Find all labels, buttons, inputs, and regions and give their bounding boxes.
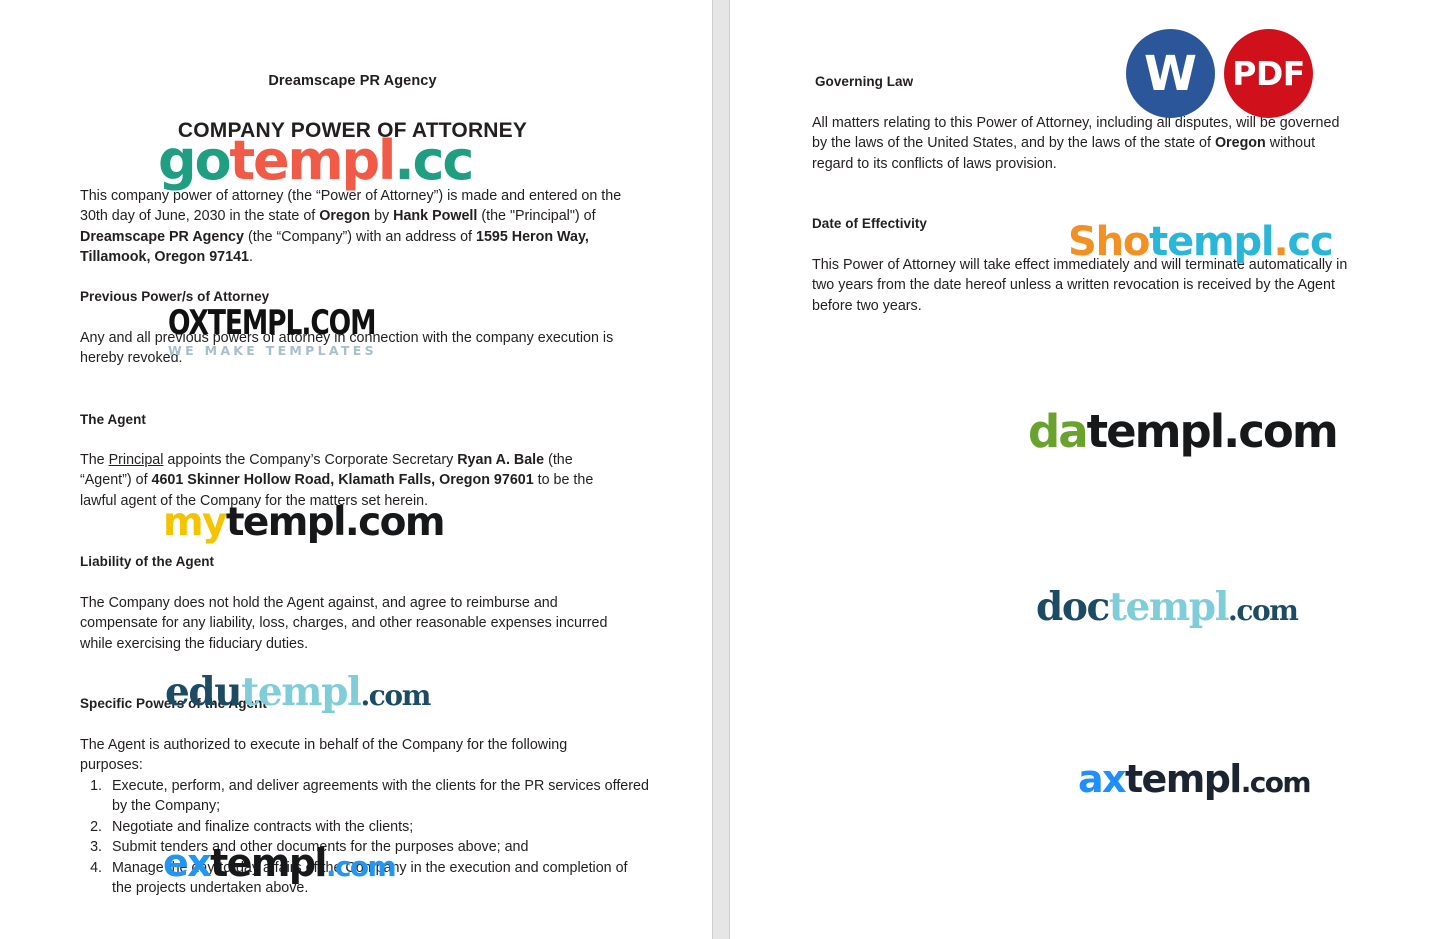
watermark-axtempl: axtempl.com	[1078, 757, 1312, 801]
word-format-badge[interactable]: W	[1126, 29, 1215, 118]
list-item: Submit tenders and other documents for t…	[106, 837, 651, 857]
watermark-doctempl-part2: templ	[1108, 584, 1230, 630]
list-item: Manage the day-to-day affairs of the Com…	[106, 858, 651, 899]
specific-powers-list: Execute, perform, and deliver agreements…	[80, 776, 651, 898]
page-title: COMPANY POWER OF ATTORNEY	[177, 119, 528, 142]
paragraph-specific-powers-lead: The Agent is authorized to execute in be…	[80, 737, 568, 774]
paragraph-date-of-effectivity: This Power of Attorney will take effect …	[812, 257, 1348, 314]
watermark-datempl: datempl.com	[1028, 405, 1339, 458]
heading-date-of-effectivity: Date of Effectivity	[812, 216, 927, 231]
watermark-doctempl-part3: .com	[1228, 594, 1299, 627]
watermark-doctempl-part1: doc	[1036, 584, 1110, 630]
word-badge-label: W	[1144, 45, 1197, 102]
heading-specific-powers: Specific Powers of the Agent	[80, 696, 267, 711]
heading-liability: Liability of the Agent	[80, 554, 215, 569]
document-page-right: Governing Law All matters relating to th…	[730, 0, 1434, 939]
pdf-format-badge[interactable]: PDF	[1224, 29, 1313, 118]
document-page-left: Dreamscape PR Agency COMPANY POWER OF AT…	[0, 0, 712, 939]
list-item: Execute, perform, and deliver agreements…	[106, 776, 651, 817]
page-right-content: Governing Law All matters relating to th…	[730, 0, 1434, 939]
paragraph-previous-power: Any and all previous powers of attorney …	[80, 330, 614, 367]
page-left-content: Dreamscape PR Agency COMPANY POWER OF AT…	[0, 0, 712, 939]
paragraph-liability: The Company does not hold the Agent agai…	[80, 595, 608, 652]
page-gutter-divider	[712, 0, 730, 939]
watermark-datempl-part1: da	[1028, 405, 1089, 458]
heading-governing-law: Governing Law	[815, 74, 914, 89]
heading-the-agent: The Agent	[80, 412, 146, 427]
watermark-doctempl: doctempl.com	[1036, 584, 1299, 630]
heading-previous-power: Previous Power/s of Attorney	[80, 289, 270, 304]
watermark-axtempl-part3: .com	[1240, 766, 1312, 799]
pdf-badge-label: PDF	[1232, 54, 1305, 93]
watermark-datempl-part2: templ.com	[1086, 405, 1339, 458]
list-item: Negotiate and finalize contracts with th…	[106, 817, 651, 837]
intro-paragraph: This company power of attorney (the “Pow…	[80, 188, 622, 266]
watermark-edutempl-part3: .com	[360, 679, 431, 712]
watermark-axtempl-part1: ax	[1078, 757, 1127, 801]
paragraph-the-agent: The Principal appoints the Company’s Cor…	[80, 452, 594, 509]
company-name: Dreamscape PR Agency	[268, 73, 437, 89]
watermark-axtempl-part2: templ	[1124, 757, 1242, 801]
paragraph-governing-law: All matters relating to this Power of At…	[812, 115, 1340, 172]
